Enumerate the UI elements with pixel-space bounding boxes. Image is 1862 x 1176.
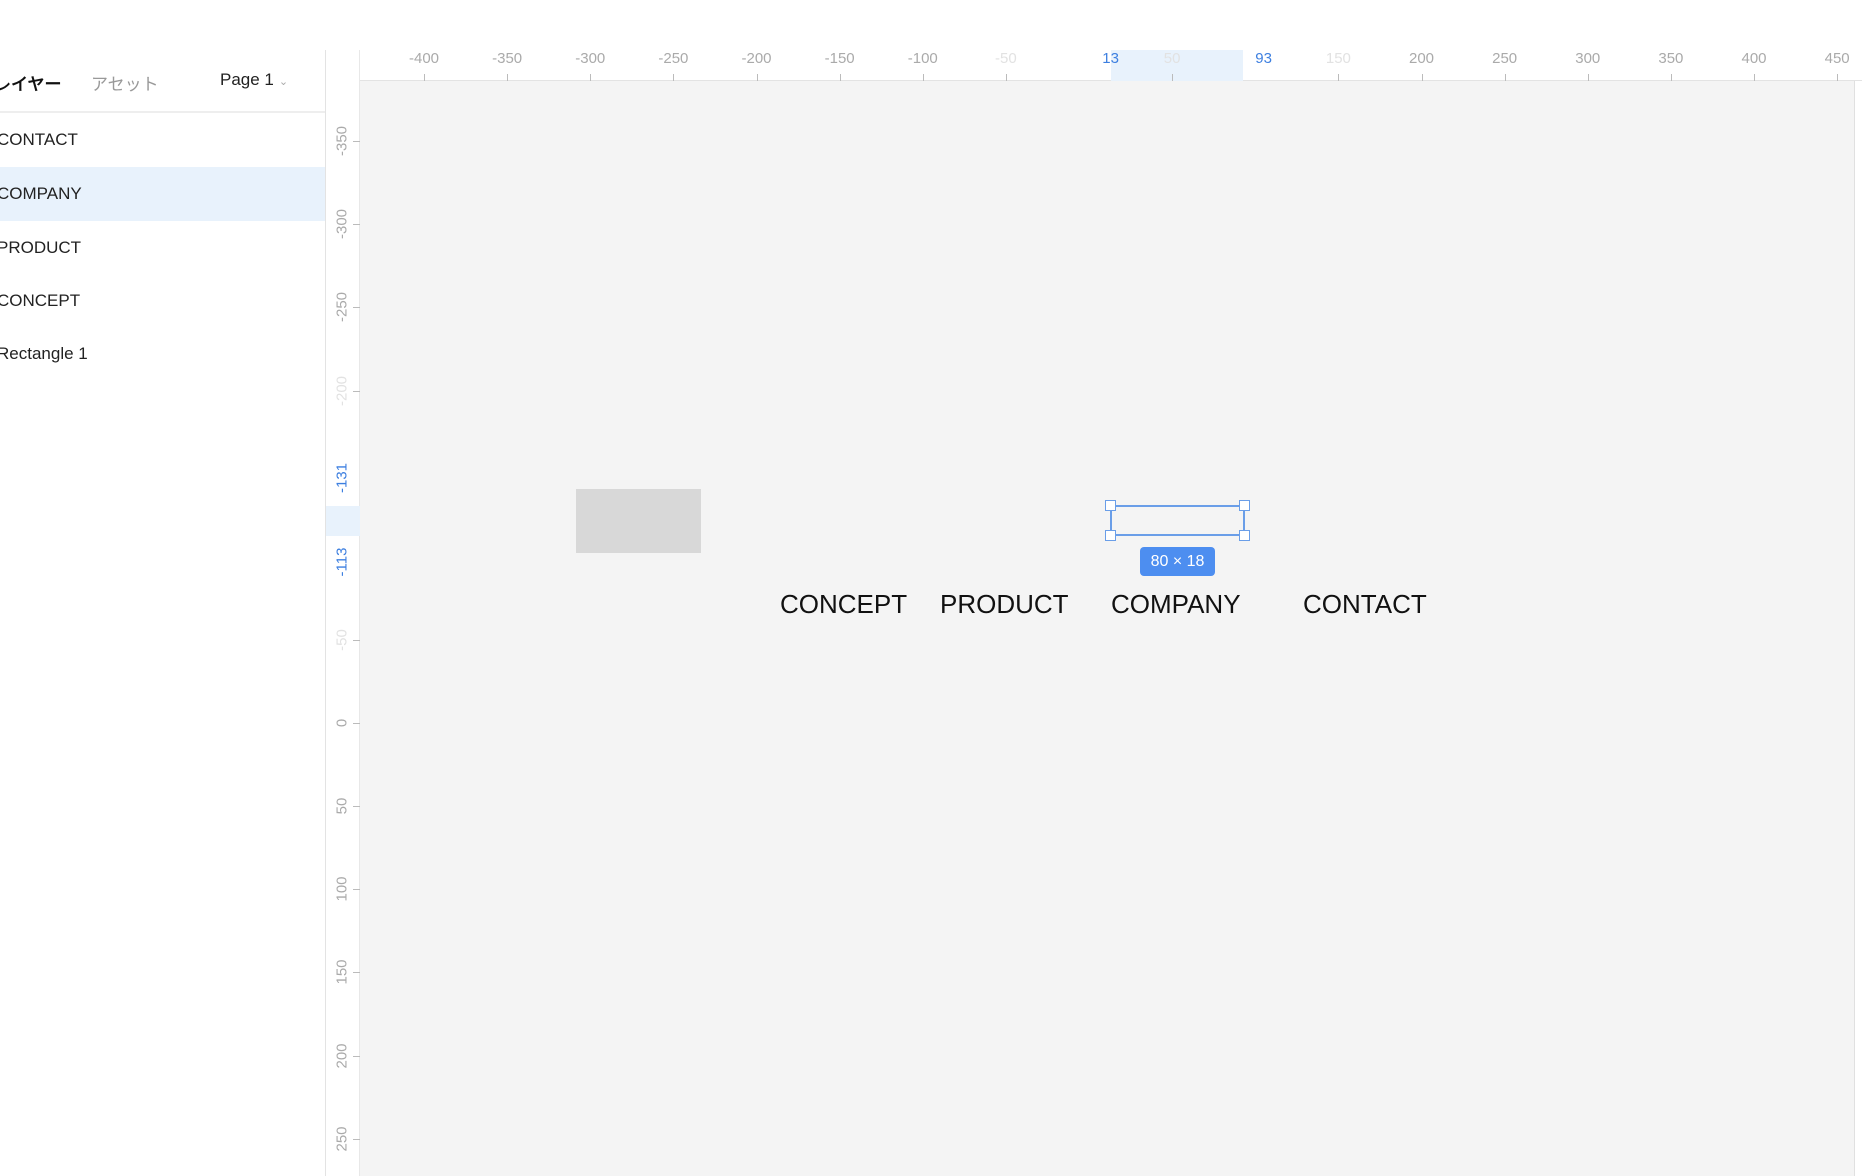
- ruler-tick: [1421, 74, 1423, 81]
- text-contact[interactable]: CONTACT: [1303, 589, 1427, 620]
- ruler-label: -350: [492, 50, 523, 67]
- ruler-selection-label: 93: [1255, 50, 1272, 67]
- tab-assets[interactable]: アセット: [91, 70, 159, 95]
- ruler-label: 200: [333, 1042, 351, 1069]
- layers-panel: レイヤー アセット Page 1 ⌄ CONTACT COMPANY PRODUC…: [0, 50, 325, 1176]
- ruler-label: 150: [1325, 50, 1351, 67]
- size-badge: 80 × 18: [1140, 547, 1215, 576]
- ruler-label: 250: [333, 1126, 351, 1152]
- ruler-tick: [1504, 74, 1506, 81]
- ruler-tick: [353, 390, 360, 392]
- resize-handle[interactable]: [1105, 500, 1116, 511]
- ruler-label: -50: [333, 629, 351, 651]
- ruler-tick: [1587, 74, 1589, 81]
- ruler-label: -50: [995, 50, 1017, 67]
- ruler-label: -200: [333, 375, 351, 406]
- ruler-label: -250: [333, 292, 351, 323]
- layer-item-rectangle-1[interactable]: Rectangle 1: [0, 327, 325, 381]
- canvas[interactable]: CONCEPT PRODUCT COMPANY CONTACT 80 × 18: [360, 81, 1855, 1176]
- ruler-tick: [353, 224, 360, 226]
- text-company[interactable]: COMPANY: [1111, 589, 1241, 620]
- ruler-tick: [353, 639, 360, 641]
- layer-item-product[interactable]: PRODUCT: [0, 221, 325, 275]
- ruler-tick: [353, 307, 360, 309]
- ruler-selection-highlight: [326, 506, 360, 536]
- ruler-selection-label: -131: [333, 462, 351, 494]
- ruler-label: 50: [333, 797, 351, 815]
- ruler-label: -400: [408, 50, 440, 67]
- ruler-label: -100: [907, 50, 938, 67]
- ruler-tick: [1837, 74, 1839, 81]
- chevron-down-icon: ⌄: [278, 76, 289, 88]
- ruler-selection-label: -113: [333, 547, 351, 577]
- resize-handle[interactable]: [1105, 530, 1116, 541]
- text-product[interactable]: PRODUCT: [940, 589, 1069, 620]
- ruler-tick: [922, 74, 924, 81]
- tab-layers[interactable]: レイヤー: [0, 70, 62, 95]
- ruler-tick: [424, 74, 425, 81]
- ruler-tick: [353, 806, 360, 808]
- ruler-selection-label: 13: [1102, 50, 1119, 67]
- ruler-tick: [1670, 74, 1672, 81]
- ruler-tick: [507, 74, 509, 81]
- resize-handle[interactable]: [1239, 500, 1250, 511]
- ruler-label: 0: [333, 718, 351, 728]
- ruler-label: -150: [824, 50, 855, 67]
- ruler-tick: [353, 1055, 360, 1057]
- selection-box[interactable]: [1105, 500, 1250, 541]
- page-name: Page 1: [220, 70, 274, 89]
- resize-handle[interactable]: [1239, 530, 1250, 541]
- ruler-label: -350: [333, 126, 351, 157]
- ruler-label: 200: [1408, 50, 1435, 67]
- page-selector[interactable]: Page 1 ⌄: [220, 70, 288, 90]
- text-concept[interactable]: CONCEPT: [780, 589, 907, 620]
- ruler-tick: [1005, 74, 1007, 81]
- ruler-tick: [756, 74, 758, 81]
- ruler-tick: [353, 972, 360, 974]
- ruler-tick: [1172, 74, 1174, 81]
- horizontal-ruler[interactable]: -400 -350 -300 -250 -200 -150 -100 -50 50 150 200 2…: [360, 50, 1862, 81]
- ruler-tick: [1338, 74, 1340, 81]
- ruler-tick: [673, 74, 675, 81]
- ruler-label: -300: [333, 209, 351, 240]
- ruler-label: 250: [1492, 50, 1518, 67]
- ruler-label: 100: [333, 876, 351, 902]
- ruler-label: 450: [1824, 50, 1850, 67]
- ruler-label: 400: [1741, 50, 1767, 67]
- ruler-label: 350: [1658, 50, 1684, 67]
- vertical-ruler[interactable]: -350 -300 -250 -200 -50 0 50 100 150 200 250 -131 -1…: [325, 50, 360, 1176]
- ruler-tick: [353, 141, 360, 143]
- ruler-label: 300: [1575, 50, 1601, 67]
- ruler-tick: [353, 889, 360, 891]
- rectangle-1[interactable]: [576, 489, 701, 553]
- layer-item-contact[interactable]: CONTACT: [0, 113, 325, 167]
- layer-item-company[interactable]: COMPANY: [0, 167, 325, 221]
- ruler-label: 150: [333, 959, 351, 985]
- ruler-tick: [353, 723, 360, 724]
- layer-item-concept[interactable]: CONCEPT: [0, 274, 325, 328]
- ruler-label: -200: [741, 50, 772, 67]
- ruler-tick: [590, 74, 592, 81]
- ruler-tick: [1754, 74, 1755, 81]
- ruler-tick: [353, 1138, 360, 1140]
- ruler-tick: [839, 74, 841, 81]
- ruler-label: -250: [658, 50, 689, 67]
- panel-header: レイヤー アセット Page 1 ⌄: [0, 50, 325, 113]
- ruler-label: 50: [1163, 50, 1181, 67]
- ruler-label: -300: [575, 50, 606, 67]
